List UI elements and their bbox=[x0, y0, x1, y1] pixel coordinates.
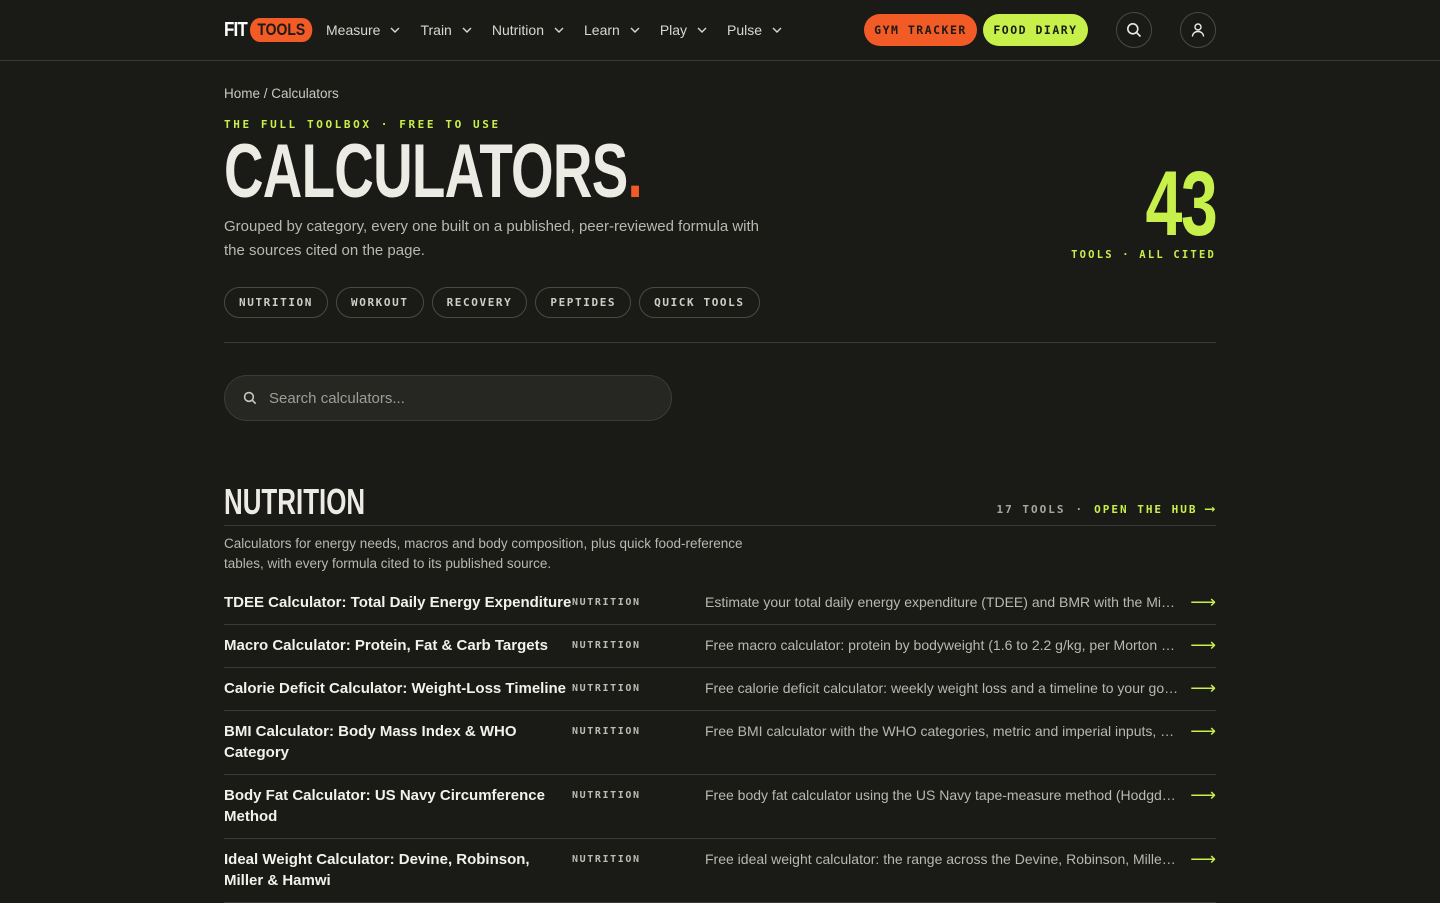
calculator-title[interactable]: Calorie Deficit Calculator: Weight-Loss … bbox=[224, 678, 572, 699]
arrow-right-icon[interactable]: ⟶ bbox=[1190, 849, 1216, 869]
divider bbox=[224, 525, 1216, 526]
calculator-description: Free ideal weight calculator: the range … bbox=[705, 851, 1179, 867]
search-icon bbox=[243, 391, 257, 405]
gym-tracker-button[interactable]: GYM TRACKER bbox=[864, 14, 977, 46]
site-logo[interactable]: FIT TOOLS bbox=[224, 16, 326, 44]
nav-item-nutrition[interactable]: Nutrition bbox=[492, 22, 564, 38]
calculator-title[interactable]: TDEE Calculator: Total Daily Energy Expe… bbox=[224, 592, 572, 613]
calculator-list: TDEE Calculator: Total Daily Energy Expe… bbox=[224, 582, 1216, 903]
nav-label: Measure bbox=[326, 22, 381, 38]
account-button[interactable] bbox=[1180, 12, 1216, 48]
logo-tools-text: TOOLS bbox=[250, 18, 313, 42]
section-title: NUTRITION bbox=[224, 481, 366, 522]
section-meta: 17 TOOLS · OPEN THE HUB ⟶ bbox=[996, 501, 1216, 517]
page-subtitle: Grouped by category, every one built on … bbox=[224, 218, 760, 259]
chip-recovery[interactable]: RECOVERY bbox=[431, 287, 528, 318]
logo-fit-text: FIT bbox=[224, 18, 248, 41]
calculator-category-tag: NUTRITION bbox=[572, 597, 641, 608]
section-meta-separator: · bbox=[1075, 502, 1085, 516]
top-navigation-bar: FIT TOOLS Measure Train Nutrition Learn … bbox=[0, 0, 1440, 61]
calculator-title[interactable]: Ideal Weight Calculator: Devine, Robinso… bbox=[224, 849, 572, 891]
chip-peptides[interactable]: PEPTIDES bbox=[535, 287, 632, 318]
arrow-right-icon[interactable]: ⟶ bbox=[1190, 635, 1216, 655]
arrow-right-icon[interactable]: ⟶ bbox=[1190, 678, 1216, 698]
search-icon bbox=[1127, 23, 1142, 38]
calculator-row[interactable]: BMI Calculator: Body Mass Index & WHO Ca… bbox=[224, 711, 1216, 775]
breadcrumb[interactable]: Home / Calculators bbox=[224, 86, 339, 101]
chevron-down-icon bbox=[697, 27, 707, 33]
open-hub-link[interactable]: OPEN THE HUB bbox=[1094, 503, 1197, 516]
nav-item-learn[interactable]: Learn bbox=[584, 22, 640, 38]
calculator-category-tag: NUTRITION bbox=[572, 790, 641, 801]
calculator-row[interactable]: Ideal Weight Calculator: Devine, Robinso… bbox=[224, 839, 1216, 903]
calculator-description: Free BMI calculator with the WHO categor… bbox=[705, 723, 1179, 739]
calculator-category-tag: NUTRITION bbox=[572, 683, 641, 694]
main-nav: Measure Train Nutrition Learn Play Pulse bbox=[326, 0, 802, 60]
section-tool-count: 17 TOOLS bbox=[996, 502, 1066, 516]
calculator-row[interactable]: Body Fat Calculator: US Navy Circumferen… bbox=[224, 775, 1216, 839]
calculator-description: Estimate your total daily energy expendi… bbox=[705, 594, 1178, 610]
calculator-row[interactable]: Calorie Deficit Calculator: Weight-Loss … bbox=[224, 668, 1216, 711]
chevron-down-icon bbox=[630, 27, 640, 33]
calculator-title[interactable]: Body Fat Calculator: US Navy Circumferen… bbox=[224, 785, 572, 827]
chevron-down-icon bbox=[462, 27, 472, 33]
chevron-down-icon bbox=[390, 27, 400, 33]
arrow-right-icon[interactable]: ⟶ bbox=[1190, 721, 1216, 741]
search-button[interactable] bbox=[1116, 12, 1152, 48]
chip-quick-tools[interactable]: QUICK TOOLS bbox=[639, 287, 760, 318]
calculator-search[interactable] bbox=[224, 375, 672, 421]
arrow-right-icon[interactable]: ⟶ bbox=[1190, 785, 1216, 805]
calculator-title[interactable]: Macro Calculator: Protein, Fat & Carb Ta… bbox=[224, 635, 572, 656]
user-icon bbox=[1191, 23, 1205, 37]
chevron-down-icon bbox=[554, 27, 564, 33]
divider bbox=[224, 342, 1216, 343]
calculator-description: Free body fat calculator using the US Na… bbox=[705, 787, 1178, 803]
search-input[interactable] bbox=[269, 389, 649, 407]
calculator-description: Free calorie deficit calculator: weekly … bbox=[705, 680, 1179, 696]
category-chips: NUTRITION WORKOUT RECOVERY PEPTIDES QUIC… bbox=[224, 287, 768, 318]
calculator-category-tag: NUTRITION bbox=[572, 640, 641, 651]
nav-item-measure[interactable]: Measure bbox=[326, 22, 400, 38]
page-title: CALCULATORS. bbox=[224, 129, 643, 214]
chevron-down-icon bbox=[772, 27, 782, 33]
tool-count-number: 43 bbox=[1145, 153, 1217, 255]
tool-count-label: TOOLS · ALL CITED bbox=[1071, 249, 1216, 261]
calculator-row[interactable]: Macro Calculator: Protein, Fat & Carb Ta… bbox=[224, 625, 1216, 668]
nav-label: Play bbox=[659, 22, 688, 38]
food-diary-button[interactable]: FOOD DIARY bbox=[983, 14, 1088, 46]
section-description: Calculators for energy needs, macros and… bbox=[224, 536, 743, 571]
arrow-right-icon[interactable]: ⟶ bbox=[1190, 592, 1216, 612]
chip-nutrition[interactable]: NUTRITION bbox=[224, 287, 329, 318]
nav-label: Pulse bbox=[727, 22, 763, 38]
nav-item-train[interactable]: Train bbox=[420, 22, 472, 38]
nav-label: Learn bbox=[584, 22, 620, 38]
nav-item-pulse[interactable]: Pulse bbox=[727, 22, 782, 38]
page-title-dot: . bbox=[627, 129, 642, 214]
calculator-row[interactable]: TDEE Calculator: Total Daily Energy Expe… bbox=[224, 582, 1216, 625]
calculator-category-tag: NUTRITION bbox=[572, 726, 641, 737]
arrow-right-icon: ⟶ bbox=[1205, 501, 1216, 517]
page-title-text: CALCULATORS bbox=[224, 129, 628, 214]
calculator-title[interactable]: BMI Calculator: Body Mass Index & WHO Ca… bbox=[224, 721, 572, 763]
nav-label: Nutrition bbox=[491, 22, 544, 38]
calculator-category-tag: NUTRITION bbox=[572, 854, 641, 865]
calculator-description: Free macro calculator: protein by bodywe… bbox=[705, 637, 1179, 653]
nav-item-play[interactable]: Play bbox=[660, 22, 707, 38]
nav-label: Train bbox=[420, 22, 452, 38]
chip-workout[interactable]: WORKOUT bbox=[336, 287, 424, 318]
